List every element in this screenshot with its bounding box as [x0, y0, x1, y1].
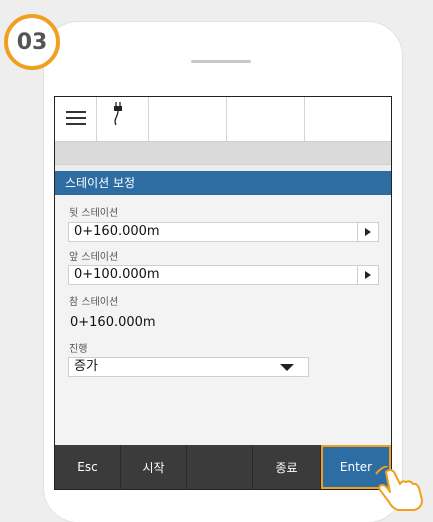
front-station-value: 0+100.000m [74, 267, 160, 282]
true-station-value: 0+160.000m [70, 315, 156, 330]
back-station-label: 뒷 스테이션 [69, 208, 119, 219]
bottom-button-bar: Esc 시작 종료 Enter [55, 445, 391, 489]
esc-button[interactable]: Esc [55, 445, 121, 489]
front-station-label: 앞 스테이션 [69, 252, 119, 263]
top-toolbar [55, 97, 391, 142]
step-badge: 03 [4, 14, 60, 70]
direction-value: 증가 [74, 359, 98, 374]
app-screen: 스테이션 보정 뒷 스테이션 0+160.000m 앞 스테이션 0+100.0… [54, 96, 392, 490]
plug-icon[interactable] [97, 97, 149, 141]
toolbar-slot-2[interactable] [227, 97, 305, 141]
front-station-arrow-icon[interactable] [357, 266, 378, 284]
hamburger-menu-icon[interactable] [55, 97, 97, 141]
front-station-field[interactable]: 0+100.000m [68, 265, 379, 285]
back-station-arrow-icon[interactable] [357, 223, 378, 241]
start-button[interactable]: 시작 [121, 445, 187, 489]
blank-button[interactable] [187, 445, 253, 489]
direction-select[interactable]: 증가 [68, 357, 309, 377]
back-station-field[interactable]: 0+160.000m [68, 222, 379, 242]
tapping-hand-icon [372, 465, 430, 516]
true-station-label: 참 스테이션 [69, 297, 119, 308]
end-button[interactable]: 종료 [253, 445, 321, 489]
toolbar-slot-1[interactable] [149, 97, 227, 141]
dropdown-arrow-icon [280, 364, 294, 371]
direction-label: 진행 [69, 344, 88, 355]
phone-speaker [191, 60, 251, 63]
panel-title: 스테이션 보정 [55, 171, 391, 195]
back-station-value: 0+160.000m [74, 224, 160, 239]
status-strip [55, 142, 391, 165]
toolbar-slot-3[interactable] [305, 97, 391, 141]
station-correction-form: 뒷 스테이션 0+160.000m 앞 스테이션 0+100.000m 참 스테… [55, 195, 391, 445]
